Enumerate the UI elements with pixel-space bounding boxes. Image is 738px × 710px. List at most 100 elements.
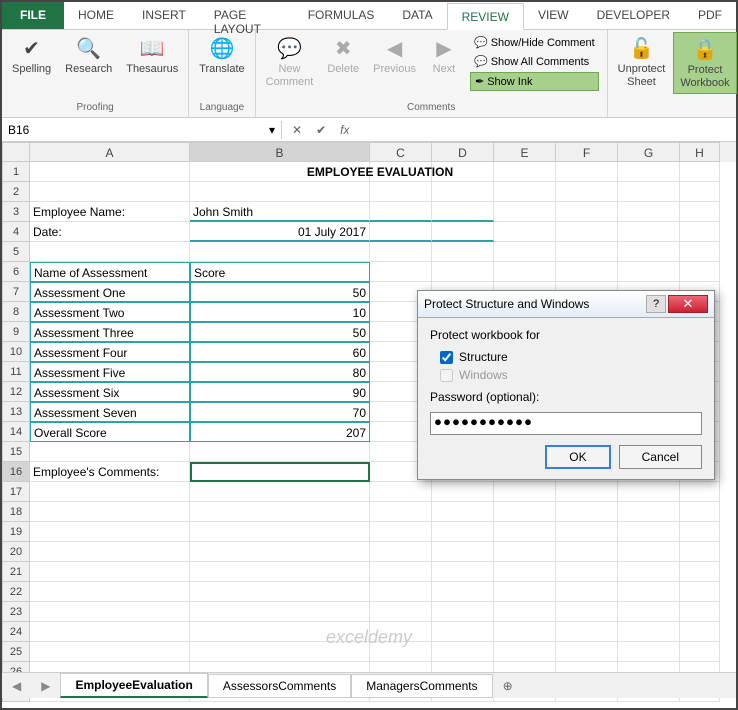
cell[interactable] — [432, 542, 494, 562]
cell[interactable]: 01 July 2017 — [190, 222, 370, 242]
cell[interactable]: 10 — [190, 302, 370, 322]
protect-workbook-button[interactable]: 🔒Protect Workbook — [673, 32, 736, 94]
cell[interactable]: Assessment Five — [30, 362, 190, 382]
row-header[interactable]: 11 — [2, 362, 30, 382]
tab-insert[interactable]: INSERT — [128, 2, 200, 29]
cell[interactable] — [556, 222, 618, 242]
cell[interactable] — [370, 222, 432, 242]
tab-data[interactable]: DATA — [388, 2, 446, 29]
cell[interactable] — [432, 522, 494, 542]
row-header[interactable]: 14 — [2, 422, 30, 442]
cell[interactable] — [680, 642, 720, 662]
cell[interactable] — [432, 262, 494, 282]
cell[interactable]: Assessment Three — [30, 322, 190, 342]
cell[interactable]: Assessment Four — [30, 342, 190, 362]
next-button[interactable]: ▶Next — [424, 32, 464, 79]
delete-button[interactable]: ✖Delete — [321, 32, 365, 79]
cell[interactable] — [618, 222, 680, 242]
cell[interactable]: Assessment One — [30, 282, 190, 302]
cell[interactable] — [30, 602, 190, 622]
cell[interactable] — [494, 522, 556, 542]
cell[interactable] — [370, 542, 432, 562]
cell[interactable] — [556, 622, 618, 642]
cell[interactable] — [556, 602, 618, 622]
cell[interactable] — [618, 182, 680, 202]
show-hide-comment[interactable]: 💬 Show/Hide Comment — [470, 34, 599, 51]
cell[interactable] — [432, 602, 494, 622]
cell[interactable]: 60 — [190, 342, 370, 362]
cell[interactable] — [680, 482, 720, 502]
cell[interactable] — [680, 222, 720, 242]
cell[interactable] — [370, 522, 432, 542]
col-header[interactable]: B — [190, 142, 370, 162]
cell[interactable] — [556, 582, 618, 602]
col-header[interactable]: D — [432, 142, 494, 162]
cell[interactable] — [618, 502, 680, 522]
cell[interactable]: Overall Score — [30, 422, 190, 442]
row-header[interactable]: 1 — [2, 162, 30, 182]
row-header[interactable]: 7 — [2, 282, 30, 302]
row-header[interactable]: 9 — [2, 322, 30, 342]
cell[interactable] — [190, 562, 370, 582]
cell[interactable] — [680, 202, 720, 222]
cell[interactable] — [618, 542, 680, 562]
cell[interactable] — [30, 442, 190, 462]
cell[interactable] — [190, 542, 370, 562]
cell[interactable] — [30, 562, 190, 582]
cell[interactable] — [432, 582, 494, 602]
cell[interactable] — [432, 502, 494, 522]
cell[interactable] — [556, 202, 618, 222]
show-ink[interactable]: ✒ Show Ink — [470, 72, 599, 91]
ok-button[interactable]: OK — [545, 445, 610, 469]
cell[interactable] — [370, 602, 432, 622]
cell[interactable] — [30, 502, 190, 522]
cell[interactable] — [494, 482, 556, 502]
cell[interactable]: 50 — [190, 282, 370, 302]
cell[interactable] — [618, 242, 680, 262]
cell[interactable] — [680, 522, 720, 542]
cell[interactable]: John Smith — [190, 202, 370, 222]
cell[interactable] — [30, 582, 190, 602]
cell[interactable] — [432, 222, 494, 242]
cell[interactable] — [190, 482, 370, 502]
cell[interactable] — [190, 242, 370, 262]
cell[interactable] — [370, 242, 432, 262]
row-header[interactable]: 17 — [2, 482, 30, 502]
row-header[interactable]: 12 — [2, 382, 30, 402]
show-all-comments[interactable]: 💬 Show All Comments — [470, 53, 599, 70]
col-header[interactable]: C — [370, 142, 432, 162]
cell[interactable] — [680, 602, 720, 622]
cell[interactable] — [618, 582, 680, 602]
tab-review[interactable]: REVIEW — [447, 3, 524, 30]
row-header[interactable]: 5 — [2, 242, 30, 262]
cell[interactable] — [494, 542, 556, 562]
cell[interactable] — [618, 482, 680, 502]
row-header[interactable]: 16 — [2, 462, 30, 482]
row-header[interactable]: 13 — [2, 402, 30, 422]
spelling-button[interactable]: ✔Spelling — [6, 32, 57, 79]
col-header[interactable]: H — [680, 142, 720, 162]
row-header[interactable]: 2 — [2, 182, 30, 202]
row-header[interactable]: 21 — [2, 562, 30, 582]
cell[interactable]: Employee Name: — [30, 202, 190, 222]
cell[interactable] — [556, 542, 618, 562]
cell[interactable] — [680, 262, 720, 282]
cell[interactable] — [30, 482, 190, 502]
sheet-nav-next[interactable]: ▶ — [31, 679, 60, 693]
row-header[interactable]: 3 — [2, 202, 30, 222]
cell[interactable] — [432, 482, 494, 502]
tab-view[interactable]: VIEW — [524, 2, 583, 29]
cell[interactable] — [432, 182, 494, 202]
col-header[interactable]: E — [494, 142, 556, 162]
cell[interactable] — [370, 502, 432, 522]
row-header[interactable]: 4 — [2, 222, 30, 242]
cell[interactable] — [680, 562, 720, 582]
row-header[interactable]: 25 — [2, 642, 30, 662]
sheet-tab-assessors[interactable]: AssessorsComments — [208, 674, 351, 698]
select-all-corner[interactable] — [2, 142, 30, 162]
cell[interactable] — [618, 202, 680, 222]
cell[interactable] — [30, 642, 190, 662]
cell[interactable] — [370, 262, 432, 282]
row-header[interactable]: 19 — [2, 522, 30, 542]
row-header[interactable]: 24 — [2, 622, 30, 642]
